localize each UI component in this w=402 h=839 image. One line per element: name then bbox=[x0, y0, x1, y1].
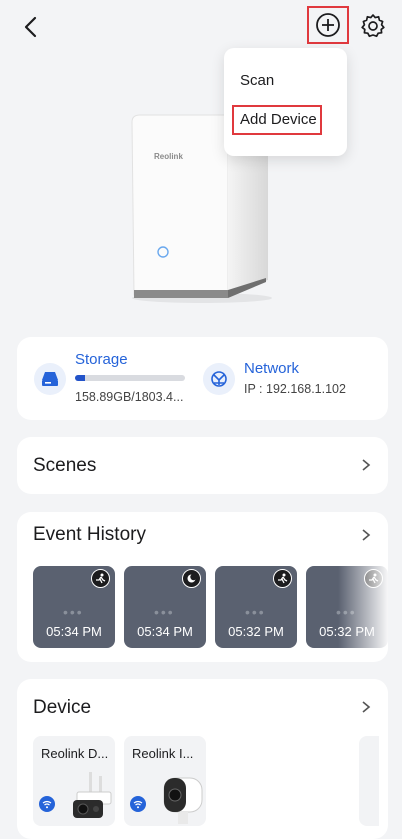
add-button[interactable] bbox=[307, 6, 349, 44]
event-time: 05:32 PM bbox=[228, 624, 284, 639]
night-mode-icon bbox=[182, 569, 201, 588]
scenes-title: Scenes bbox=[33, 455, 97, 476]
chevron-right-icon bbox=[362, 459, 371, 471]
event-thumbnail[interactable]: ••• 05:32 PM bbox=[215, 566, 297, 648]
top-bar bbox=[0, 0, 402, 56]
add-menu-dropdown: Scan Add Device bbox=[224, 48, 347, 156]
storage-progress-bar bbox=[75, 375, 185, 381]
chevron-right-icon[interactable] bbox=[360, 529, 372, 541]
event-thumbnail[interactable]: ••• 05:34 PM bbox=[33, 566, 115, 648]
motion-person-icon bbox=[91, 569, 110, 588]
device-tile[interactable]: Reolink D... bbox=[33, 736, 115, 826]
hub-brand-logo: Reolink bbox=[154, 152, 183, 161]
add-device-menu-item[interactable]: Add Device bbox=[232, 105, 322, 135]
device-name: Reolink I... bbox=[132, 746, 194, 761]
network-icon bbox=[203, 363, 235, 395]
network-label[interactable]: Network bbox=[244, 360, 299, 377]
network-ip-text: IP : 192.168.1.102 bbox=[244, 382, 346, 396]
device-tile-partial[interactable] bbox=[359, 736, 379, 826]
event-time: 05:34 PM bbox=[46, 624, 102, 639]
camera-image bbox=[163, 777, 203, 824]
chevron-left-icon bbox=[24, 16, 37, 38]
device-card: Device Reolink D... Reolink I... bbox=[17, 679, 388, 839]
plus-circle-icon bbox=[316, 13, 340, 37]
event-thumbnail[interactable]: ••• 05:34 PM bbox=[124, 566, 206, 648]
event-thumbnails: ••• 05:34 PM ••• 05:34 PM ••• 05:32 PM •… bbox=[33, 566, 388, 648]
storage-network-card: Storage 158.89GB/1803.4... Network IP : … bbox=[17, 337, 388, 420]
scan-menu-item[interactable]: Scan bbox=[240, 72, 274, 89]
chevron-right-icon[interactable] bbox=[360, 701, 372, 713]
back-button[interactable] bbox=[18, 14, 44, 40]
motion-person-icon bbox=[273, 569, 292, 588]
event-history-title[interactable]: Event History bbox=[33, 524, 146, 546]
wifi-icon bbox=[130, 796, 146, 812]
storage-label[interactable]: Storage bbox=[75, 351, 128, 368]
device-name: Reolink D... bbox=[41, 746, 109, 761]
settings-button[interactable] bbox=[360, 13, 386, 39]
event-history-card: Event History ••• 05:34 PM ••• 05:34 PM … bbox=[17, 512, 388, 662]
gear-icon bbox=[361, 14, 385, 38]
device-title[interactable]: Device bbox=[33, 697, 91, 719]
storage-usage-text: 158.89GB/1803.4... bbox=[75, 390, 184, 404]
event-time: 05:34 PM bbox=[137, 624, 193, 639]
scenes-card[interactable]: Scenes bbox=[17, 437, 388, 494]
wifi-icon bbox=[39, 796, 55, 812]
storage-icon bbox=[34, 363, 66, 395]
camera-image bbox=[73, 772, 112, 818]
device-tile[interactable]: Reolink I... bbox=[124, 736, 206, 826]
